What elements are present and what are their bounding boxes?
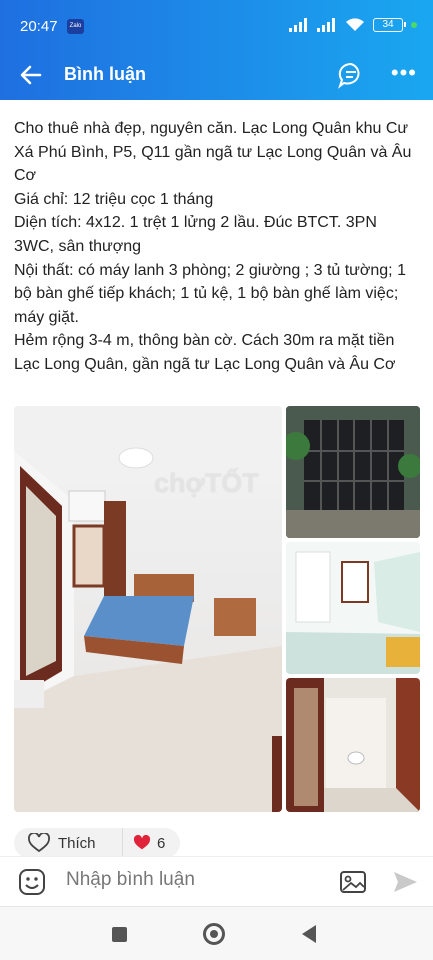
- signal-icon-2: [317, 17, 335, 32]
- page-title: Bình luận: [64, 64, 146, 84]
- recent-apps-button[interactable]: [112, 927, 127, 942]
- bedroom-illustration: [14, 406, 282, 812]
- app-bar: Bình luận •••: [0, 52, 433, 100]
- back-arrow-icon[interactable]: [18, 62, 44, 88]
- post-line: Diện tích: 4x12. 1 trệt 1 lửng 2 lầu. Đú…: [14, 214, 377, 255]
- bathroom-photo[interactable]: [286, 678, 420, 812]
- status-indicators: 34: [289, 17, 417, 32]
- chat-bubble-icon[interactable]: [337, 61, 365, 89]
- like-label: Thích: [58, 834, 96, 852]
- zalo-notification-icon: Zalo: [67, 19, 84, 34]
- reaction-count-value: 6: [157, 834, 166, 852]
- post-line: Nội thất: có máy lanh 3 phòng; 2 giường …: [14, 261, 406, 326]
- bedroom-photo[interactable]: chợTỐT: [14, 406, 282, 812]
- kids-room-photo[interactable]: [286, 542, 420, 674]
- heart-outline-icon: [28, 833, 50, 853]
- system-nav-bar: [0, 906, 433, 960]
- watermark-logo: chợTỐT: [154, 468, 259, 498]
- battery-icon: 34: [373, 17, 406, 32]
- send-icon[interactable]: [391, 868, 419, 896]
- image-icon[interactable]: [339, 868, 367, 896]
- status-bar: 20:47 Zalo 34: [0, 0, 433, 52]
- photo-gallery: chợTỐT: [14, 406, 420, 812]
- post-line: Cho thuê nhà đẹp, nguyên căn. Lạc Long Q…: [14, 120, 412, 185]
- status-time: 20:47: [20, 18, 58, 35]
- comment-bar: Nhập bình luận: [0, 856, 433, 906]
- gate-illustration: [286, 406, 420, 538]
- comment-input[interactable]: Nhập bình luận: [66, 869, 195, 891]
- post-line: Hẻm rộng 3-4 m, thông bàn cờ. Cách 30m r…: [14, 332, 396, 373]
- more-options-icon[interactable]: •••: [391, 60, 417, 86]
- reaction-count[interactable]: 6: [122, 828, 180, 858]
- bathroom-illustration: [286, 678, 420, 812]
- wifi-icon: [346, 18, 364, 31]
- system-back-button[interactable]: [302, 925, 316, 943]
- sticker-icon[interactable]: [18, 868, 46, 896]
- home-button[interactable]: [203, 923, 225, 945]
- notification-dot: [411, 21, 417, 28]
- signal-icon: [289, 17, 307, 32]
- kids-room-illustration: [286, 542, 420, 674]
- post-line: Giá chỉ: 12 triệu cọc 1 tháng: [14, 190, 214, 208]
- post-content: Cho thuê nhà đẹp, nguyên căn. Lạc Long Q…: [14, 117, 420, 377]
- gate-photo[interactable]: [286, 406, 420, 538]
- like-button[interactable]: Thích: [14, 828, 122, 858]
- heart-filled-icon: [133, 835, 151, 850]
- reactions-row: Thích 6: [14, 828, 418, 858]
